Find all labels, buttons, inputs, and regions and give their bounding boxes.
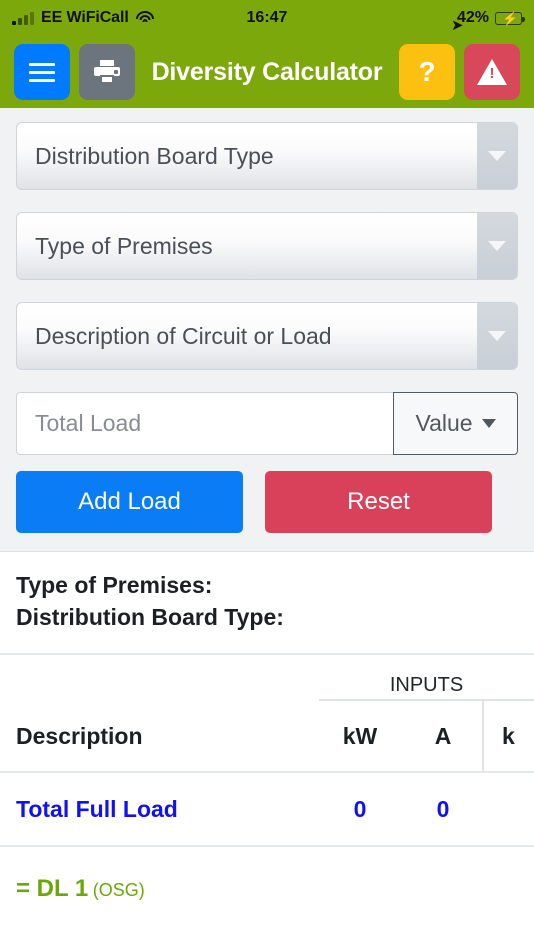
printer-icon xyxy=(94,60,120,84)
meta-type-of-premises: Type of Premises: xyxy=(16,572,213,598)
meta-distribution-board-type: Distribution Board Type: xyxy=(16,603,284,630)
hamburger-menu-icon xyxy=(29,62,55,82)
total-full-load-next xyxy=(482,773,534,845)
column-header-a: A xyxy=(434,722,452,749)
select-description-of-circuit-or-load-label: Description of Circuit or Load xyxy=(35,322,332,349)
print-button[interactable] xyxy=(79,44,135,100)
menu-button[interactable] xyxy=(14,44,70,100)
group-header-spacer xyxy=(0,655,319,701)
diversified-load-value: = DL 1 xyxy=(16,875,89,903)
chevron-down-icon[interactable] xyxy=(477,123,517,189)
reset-button[interactable]: Reset xyxy=(265,471,492,533)
chevron-down-icon[interactable] xyxy=(477,303,517,369)
total-full-load-label: Total Full Load xyxy=(16,795,178,822)
select-description-of-circuit-or-load[interactable]: Description of Circuit or Load xyxy=(16,302,518,370)
column-header-kw: kW xyxy=(342,722,378,749)
select-distribution-board-type-label: Distribution Board Type xyxy=(35,142,274,169)
help-button[interactable]: ? xyxy=(399,44,455,100)
column-header-next-partial: k xyxy=(482,701,534,772)
diversified-load-row: = DL 1 (OSG) xyxy=(0,847,534,903)
page-title: Diversity Calculator xyxy=(151,57,383,86)
select-type-of-premises-label: Type of Premises xyxy=(35,232,213,259)
table-row-total-full-load: Total Full Load 0 0 xyxy=(0,773,534,848)
question-mark-icon: ? xyxy=(418,56,436,87)
status-bar: EE WiFiCall 16:47 ➤ 42% ⚡ xyxy=(0,0,534,36)
battery-charging-icon: ⚡ xyxy=(495,11,525,25)
total-full-load-a: 0 xyxy=(436,795,450,822)
status-bar-right: ➤ 42% ⚡ xyxy=(451,9,525,33)
diversified-load-source: (OSG) xyxy=(92,880,145,901)
status-bar-left: EE WiFiCall xyxy=(12,9,154,27)
wifi-icon xyxy=(135,11,154,25)
column-header-description: Description xyxy=(16,722,143,749)
total-full-load-kw: 0 xyxy=(353,795,367,822)
input-form-panel: Distribution Board Type Type of Premises… xyxy=(0,108,534,552)
form-action-buttons: Add Load Reset xyxy=(16,471,518,533)
value-unit-label: Value xyxy=(415,410,473,436)
table-header-row: Description kW A k xyxy=(0,701,534,774)
caret-down-icon xyxy=(481,419,496,428)
total-load-row: Value xyxy=(16,392,518,455)
warning-button[interactable] xyxy=(464,44,520,100)
total-load-input[interactable] xyxy=(16,392,393,455)
table-group-header-row: INPUTS xyxy=(0,655,534,702)
select-type-of-premises[interactable]: Type of Premises xyxy=(16,212,518,280)
select-distribution-board-type[interactable]: Distribution Board Type xyxy=(16,122,518,190)
chevron-down-icon[interactable] xyxy=(477,213,517,279)
loads-table: INPUTS Description kW A k Total Full Loa… xyxy=(0,655,534,903)
results-panel: Type of Premises: Distribution Board Typ… xyxy=(0,552,534,904)
value-unit-dropdown[interactable]: Value xyxy=(393,392,518,455)
results-meta: Type of Premises: Distribution Board Typ… xyxy=(0,552,534,656)
warning-triangle-icon xyxy=(477,59,507,85)
signal-bars-icon xyxy=(12,11,34,25)
app-bar: Diversity Calculator ? xyxy=(0,36,534,108)
carrier-label: EE WiFiCall xyxy=(41,9,129,26)
add-load-button[interactable]: Add Load xyxy=(16,471,243,533)
group-header-inputs: INPUTS xyxy=(319,655,534,702)
